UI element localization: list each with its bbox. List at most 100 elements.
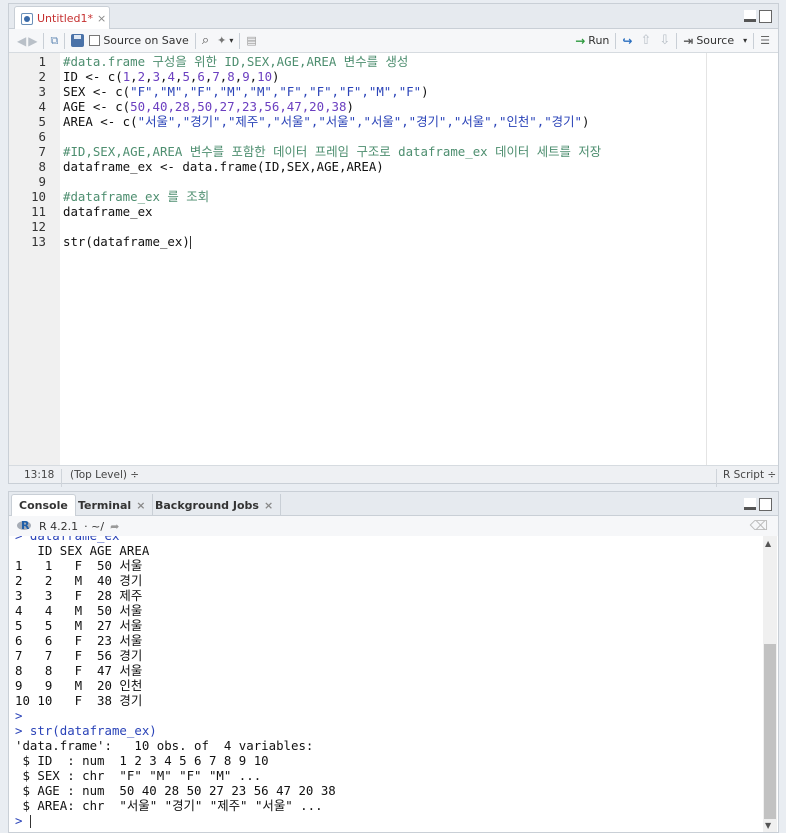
line-number: 5 bbox=[38, 114, 46, 129]
working-directory[interactable]: · ~/ bbox=[84, 520, 104, 533]
code-line[interactable]: #ID,SEX,AGE,AREA 변수를 포함한 데이터 프레임 구조로 dat… bbox=[63, 144, 601, 159]
go-up-icon[interactable]: ⇧ bbox=[640, 33, 651, 48]
search-icon[interactable]: ⌕ bbox=[202, 33, 209, 48]
editor-statusbar: 13:18 (Top Level) ÷ R Script ÷ bbox=[9, 465, 778, 487]
line-number: 7 bbox=[38, 144, 46, 159]
close-background-jobs-icon[interactable]: × bbox=[264, 499, 273, 512]
statusbar-divider bbox=[61, 469, 62, 487]
code-tools-wand-icon[interactable]: ✦ ▾ bbox=[217, 34, 233, 47]
cursor-position: 13:18 bbox=[24, 469, 55, 481]
source-button[interactable]: ⇥ Source ▾ bbox=[683, 34, 747, 48]
console-line: 1 1 F 50 서울 bbox=[15, 558, 143, 573]
scroll-up-arrow-icon[interactable]: ▲ bbox=[765, 539, 771, 548]
source-on-save-checkbox[interactable] bbox=[89, 35, 101, 46]
code-token: str(dataframe_ex) bbox=[63, 234, 190, 249]
source-on-save-toggle[interactable]: Source on Save bbox=[89, 34, 189, 47]
tab-background-jobs[interactable]: Background Jobs × bbox=[148, 494, 282, 516]
goto-directory-icon[interactable]: ➦ bbox=[110, 520, 119, 533]
code-line[interactable]: AGE <- c(50,40,28,50,27,23,56,47,20,38) bbox=[63, 99, 354, 114]
show-in-window-icon[interactable]: ⧉ bbox=[50, 34, 58, 48]
back-arrow-icon[interactable]: ◀ bbox=[17, 34, 26, 48]
code-line[interactable]: dataframe_ex <- data.frame(ID,SEX,AGE,AR… bbox=[63, 159, 384, 174]
tab-console[interactable]: Console bbox=[11, 494, 76, 516]
text-cursor bbox=[189, 236, 191, 249]
document-outline-icon[interactable]: ☰ bbox=[760, 34, 770, 47]
console-scrollbar[interactable]: ▲ ▼ bbox=[763, 536, 777, 832]
minimize-pane-button[interactable] bbox=[744, 10, 756, 22]
console-header: R 4.2.1 · ~/ ➦ bbox=[9, 516, 778, 536]
line-number: 8 bbox=[38, 159, 46, 174]
console-prompt-line: > bbox=[15, 813, 31, 828]
scope-selector[interactable]: (Top Level) ÷ bbox=[70, 469, 139, 481]
code-token: ) bbox=[346, 99, 354, 114]
code-token: "서울","경기","제주","서울","서울","서울","경기","서울",… bbox=[137, 114, 582, 129]
code-line[interactable]: #data.frame 구성을 위한 ID,SEX,AGE,AREA 변수를 생… bbox=[63, 54, 408, 69]
code-token: dataframe_ex <- data.frame(ID,SEX,AGE,AR… bbox=[63, 159, 384, 174]
code-line[interactable]: dataframe_ex bbox=[63, 204, 153, 219]
line-number: 12 bbox=[31, 219, 46, 234]
code-line[interactable]: #dataframe_ex 를 조회 bbox=[63, 189, 209, 204]
console-line: 10 10 F 38 경기 bbox=[15, 693, 143, 708]
clear-console-broom-icon[interactable]: ⌫ bbox=[750, 519, 768, 534]
tab-terminal[interactable]: Terminal × bbox=[71, 494, 154, 516]
tab-background-jobs-label: Background Jobs bbox=[155, 498, 259, 512]
code-token: ) bbox=[272, 69, 280, 84]
minimize-console-button[interactable] bbox=[744, 498, 756, 510]
scroll-down-arrow-icon[interactable]: ▼ bbox=[765, 821, 771, 830]
close-terminal-icon[interactable]: × bbox=[136, 499, 145, 512]
toolbar-divider bbox=[239, 32, 241, 49]
code-token: ID <- c( bbox=[63, 69, 123, 84]
compile-report-icon[interactable]: ▤ bbox=[246, 34, 256, 47]
console-line: $ AREA: chr "서울" "경기" "제주" "서울" ... bbox=[15, 798, 323, 813]
save-button[interactable] bbox=[71, 34, 85, 47]
code-editor[interactable]: #data.frame 구성을 위한 ID,SEX,AGE,AREA 변수를 생… bbox=[60, 53, 778, 466]
code-line[interactable]: ID <- c(1,2,3,4,5,6,7,8,9,10) bbox=[63, 69, 280, 84]
code-token: 5 bbox=[182, 69, 190, 84]
filetype-selector[interactable]: R Script ÷ bbox=[723, 469, 776, 481]
scroll-thumb[interactable] bbox=[764, 644, 776, 819]
tab-untitled1[interactable]: Untitled1* × bbox=[14, 6, 110, 30]
run-button[interactable]: → Run bbox=[575, 34, 609, 48]
toolbar-divider bbox=[43, 32, 45, 49]
code-token: 8 bbox=[227, 69, 235, 84]
console-line: 7 7 F 56 경기 bbox=[15, 648, 143, 663]
console-line: $ AGE : num 50 40 28 50 27 23 56 47 20 3… bbox=[15, 783, 336, 798]
code-token: AREA <- c( bbox=[63, 114, 138, 129]
code-token: 4 bbox=[167, 69, 175, 84]
code-token: #ID,SEX,AGE,AREA 변수를 포함한 데이터 프레임 구조로 dat… bbox=[63, 144, 602, 159]
tab-terminal-label: Terminal bbox=[78, 498, 132, 512]
console-line: 3 3 F 28 제주 bbox=[15, 588, 143, 603]
go-down-icon[interactable]: ⇩ bbox=[659, 33, 670, 48]
toolbar-divider bbox=[753, 32, 755, 49]
rerun-button[interactable]: ↪ bbox=[622, 34, 632, 48]
save-icon bbox=[71, 34, 85, 47]
source-dropdown-icon[interactable]: ▾ bbox=[743, 36, 747, 45]
forward-arrow-icon[interactable]: ▶ bbox=[28, 34, 37, 48]
console-line: 2 2 M 40 경기 bbox=[15, 573, 143, 588]
code-token: ) bbox=[581, 114, 590, 129]
line-number: 13 bbox=[31, 234, 46, 249]
maximize-pane-button[interactable] bbox=[759, 10, 772, 23]
toolbar-divider bbox=[615, 32, 617, 49]
r-version: R 4.2.1 bbox=[39, 519, 79, 533]
console-line: 6 6 F 23 서울 bbox=[15, 633, 143, 648]
run-label: Run bbox=[588, 34, 610, 47]
code-token: "F","M","F","M","M","F","F","F","M","F" bbox=[130, 84, 422, 99]
maximize-console-button[interactable] bbox=[759, 498, 772, 511]
console-line: ID SEX AGE AREA bbox=[15, 543, 150, 558]
source-tabbar: Untitled1* × bbox=[9, 4, 778, 30]
console-tabbar: Console Terminal × Background Jobs × bbox=[9, 492, 778, 516]
print-margin bbox=[706, 53, 707, 466]
tab-console-label: Console bbox=[19, 499, 68, 512]
source-arrow-icon: ⇥ bbox=[683, 33, 694, 48]
code-line[interactable]: SEX <- c("F","M","F","M","M","F","F","F"… bbox=[63, 84, 429, 99]
code-token: 10 bbox=[257, 69, 273, 84]
close-tab-icon[interactable]: × bbox=[97, 12, 106, 25]
code-token: , bbox=[145, 69, 153, 84]
code-line[interactable]: str(dataframe_ex) bbox=[63, 234, 191, 249]
line-number: 10 bbox=[31, 189, 46, 204]
code-token: AGE <- c( bbox=[63, 99, 131, 114]
code-line[interactable]: AREA <- c("서울","경기","제주","서울","서울","서울",… bbox=[63, 114, 589, 129]
console-output[interactable]: > dataframe_ex ID SEX AGE AREA1 1 F 50 서… bbox=[9, 536, 764, 832]
code-token: #data.frame 구성을 위한 ID,SEX,AGE,AREA 변수를 생… bbox=[63, 54, 409, 69]
